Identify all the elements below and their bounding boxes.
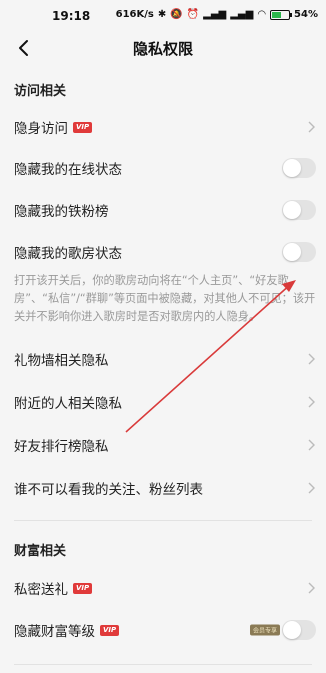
hide-fans-label: 隐藏我的铁粉榜 — [14, 204, 109, 220]
hide-room-helper-text: 打开该开关后，你的歌房动向将在“个人主页”、“好友歌房”、“私信”/“群聊”等页… — [14, 274, 316, 323]
nav-bar: 隐私权限 — [0, 34, 326, 64]
signal-hd-2-icon: ▂▄▆ — [230, 9, 254, 20]
battery-level-fill — [272, 11, 281, 18]
hide-online-label: 隐藏我的在线状态 — [14, 162, 122, 178]
secret-gift-label: 私密送礼 — [14, 582, 68, 598]
mute-icon: 🔕 — [170, 9, 183, 20]
hide-wealth-label: 隐藏财富等级 — [14, 624, 95, 640]
toggle-knob — [283, 159, 301, 177]
follow-list-label: 谁不可以看我的关注、粉丝列表 — [14, 482, 203, 498]
gift-wall-row[interactable]: 礼物墙相关隐私 — [0, 339, 326, 379]
bluetooth-icon: ✱ — [157, 9, 167, 20]
section-header-access: 访问相关 — [14, 84, 67, 99]
page-title: 隐私权限 — [132, 40, 193, 58]
signal-hd-icon: ▂▄▆ — [203, 9, 227, 20]
alarm-icon: ⏰ — [186, 9, 200, 20]
hide-wealth-toggle[interactable] — [282, 620, 316, 640]
status-time: 19:18 — [52, 9, 91, 23]
nearby-label: 附近的人相关隐私 — [14, 396, 122, 412]
toggle-knob — [283, 201, 301, 219]
hide-wealth-label-group: 隐藏财富等级 VIP — [14, 620, 120, 640]
section-divider — [14, 520, 312, 521]
chevron-right-icon — [308, 396, 315, 408]
invisible-visit-label-group: 隐身访问 VIP — [14, 117, 93, 137]
hide-fans-toggle[interactable] — [282, 200, 316, 220]
battery-icon — [270, 9, 293, 20]
vip-badge: VIP — [73, 582, 93, 594]
chevron-right-icon — [308, 482, 315, 494]
follow-list-row[interactable]: 谁不可以看我的关注、粉丝列表 — [0, 468, 326, 508]
secret-gift-row[interactable]: 私密送礼 VIP — [0, 568, 326, 608]
status-bar: 19:18 616K/s ✱ 🔕 ⏰ ▂▄▆ ▂▄▆ ◠ 54% — [0, 0, 326, 34]
hide-wealth-row: 隐藏财富等级 VIP 会员专享 — [0, 610, 326, 650]
chevron-right-icon — [308, 121, 315, 133]
invisible-visit-row[interactable]: 隐身访问 VIP — [0, 107, 326, 147]
battery-percent: 54% — [294, 9, 318, 20]
friend-rank-row[interactable]: 好友排行榜隐私 — [0, 425, 326, 465]
chevron-right-icon — [308, 439, 315, 451]
vip-badge: VIP — [73, 121, 93, 133]
vip-badge: VIP — [100, 624, 120, 636]
chevron-right-icon — [308, 353, 315, 365]
wifi-icon: ◠ — [257, 9, 267, 20]
nearby-row[interactable]: 附近的人相关隐私 — [0, 382, 326, 422]
hide-online-toggle[interactable] — [282, 158, 316, 178]
gift-wall-label: 礼物墙相关隐私 — [14, 353, 109, 369]
hide-room-row: 隐藏我的歌房状态 — [0, 232, 326, 272]
hide-online-row: 隐藏我的在线状态 — [0, 148, 326, 188]
toggle-knob — [283, 621, 301, 639]
member-exclusive-tag: 会员专享 — [249, 624, 280, 636]
secret-gift-label-group: 私密送礼 VIP — [14, 578, 93, 598]
section-divider — [14, 664, 312, 665]
toggle-knob — [283, 243, 301, 261]
status-icons: 616K/s ✱ 🔕 ⏰ ▂▄▆ ▂▄▆ ◠ 54% — [116, 9, 318, 20]
hide-fans-row: 隐藏我的铁粉榜 — [0, 190, 326, 230]
chevron-right-icon — [308, 582, 315, 594]
hide-room-toggle[interactable] — [282, 242, 316, 262]
section-header-wealth: 财富相关 — [14, 544, 67, 559]
hide-room-label: 隐藏我的歌房状态 — [14, 246, 122, 262]
friend-rank-label: 好友排行榜隐私 — [14, 439, 109, 455]
invisible-visit-label: 隐身访问 — [14, 121, 68, 137]
network-speed: 616K/s — [115, 9, 154, 20]
